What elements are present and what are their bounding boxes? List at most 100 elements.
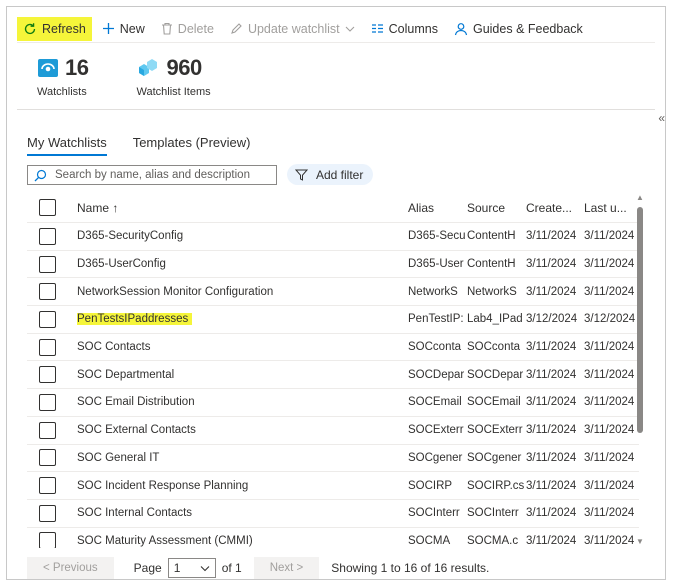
column-header-name[interactable]: Name ↑ [77, 201, 408, 215]
refresh-icon [24, 22, 36, 34]
row-name: SOC Departmental [77, 368, 175, 381]
search-icon [34, 169, 47, 181]
collapse-panel-icon[interactable]: « [658, 111, 665, 125]
row-name: D365-SecurityConfig [77, 230, 184, 243]
row-alias: NetworkS [408, 285, 458, 298]
row-checkbox[interactable] [39, 338, 56, 356]
row-last-updated: 3/11/2024 [584, 534, 635, 547]
row-alias: SOCEmail [408, 396, 462, 409]
watchlist-panel: Refresh New Delete Update watchlist Colu… [6, 6, 666, 580]
row-name-cell: PenTestsIPaddresses [77, 313, 408, 326]
tab-my-watchlists[interactable]: My Watchlists [27, 135, 107, 156]
watchlist-items-label: Watchlist Items [136, 86, 211, 98]
table-row[interactable]: D365-SecurityConfig D365-Secu ContentH 3/11… [27, 223, 639, 251]
column-header-source[interactable]: Source [467, 201, 526, 215]
row-last-updated: 3/11/2024 [584, 230, 635, 243]
column-header-created[interactable]: Create... [526, 201, 584, 215]
row-checkbox[interactable] [39, 283, 56, 301]
trash-icon [161, 22, 172, 35]
watchlist-items-stat: 960 Watchlist Items [136, 53, 210, 98]
row-name: SOC External Contacts [77, 424, 196, 437]
row-source: SOCgener [467, 451, 522, 464]
table-row[interactable]: SOC Departmental SOCDepar SOCDepar 3/11/202… [27, 361, 639, 390]
guides-feedback-button[interactable]: Guides & Feedback [448, 17, 589, 41]
scroll-down-arrow-icon[interactable]: ▼ [636, 537, 644, 546]
row-name: SOC Internal Contacts [77, 507, 193, 520]
row-checkbox[interactable] [39, 421, 56, 439]
row-alias: SOCgener [408, 451, 463, 464]
column-header-alias[interactable]: Alias [408, 201, 467, 215]
table-row[interactable]: SOC Internal Contacts SOCInterr SOCInterr 3… [27, 500, 639, 528]
watchlist-icon [38, 59, 58, 77]
row-checkbox[interactable] [39, 449, 56, 467]
watchlists-count: 16 [65, 55, 89, 80]
refresh-label: Refresh [42, 21, 86, 36]
row-checkbox[interactable] [39, 310, 56, 328]
row-name: SOC Email Distribution [77, 396, 195, 409]
row-name: SOC Incident Response Planning [77, 479, 249, 492]
row-source: SOCconta [467, 341, 521, 354]
row-created: 3/11/2024 [526, 396, 577, 409]
row-created: 3/11/2024 [526, 507, 577, 520]
add-filter-button[interactable]: Add filter [287, 164, 374, 185]
row-checkbox[interactable] [39, 532, 56, 548]
search-input[interactable] [55, 169, 265, 181]
refresh-button[interactable]: Refresh [17, 16, 92, 41]
watchlist-table: Name ↑ Alias Source Create... Last u... … [27, 193, 639, 548]
row-source: SOCMA.c [467, 534, 519, 547]
table-row[interactable]: SOC Email Distribution SOCEmail SOCEmail 3/… [27, 389, 639, 417]
watchlist-items-count: 960 [166, 55, 202, 80]
columns-label: Columns [388, 21, 438, 36]
add-filter-label: Add filter [316, 167, 364, 182]
select-all-checkbox[interactable] [39, 199, 56, 216]
row-checkbox[interactable] [39, 255, 56, 273]
row-alias: D365-Secu [408, 230, 466, 243]
column-header-last-updated[interactable]: Last u... [584, 201, 636, 215]
table-row[interactable]: SOC General IT SOCgener SOCgener 3/11/2024 3… [27, 445, 639, 473]
row-checkbox[interactable] [39, 393, 56, 411]
row-name: NetworkSession Monitor Configuration [77, 285, 274, 298]
new-button[interactable]: New [96, 17, 151, 41]
tab-templates-preview[interactable]: Templates (Preview) [133, 135, 251, 156]
table-row[interactable]: SOC Incident Response Planning SOCIRP SOCI… [27, 472, 639, 500]
row-source: Lab4_IPad [467, 313, 523, 326]
table-row[interactable]: SOC Contacts SOCconta SOCconta 3/11/2024 3/1… [27, 334, 639, 362]
update-watchlist-button[interactable]: Update watchlist [224, 17, 361, 41]
row-last-updated: 3/11/2024 [584, 258, 635, 271]
summary-stats: 16 Watchlists 960 Watchlist Items [37, 53, 211, 98]
scroll-thumb[interactable] [637, 207, 643, 433]
table-header-row: Name ↑ Alias Source Create... Last u... [27, 193, 639, 223]
next-page-button[interactable]: Next > [253, 557, 320, 579]
table-row[interactable]: D365-UserConfig D365-User ContentH 3/11/202… [27, 251, 639, 279]
table-scrollbar[interactable]: ▲ ▼ [635, 193, 645, 548]
row-checkbox[interactable] [39, 504, 56, 522]
page-select[interactable]: 1 [167, 558, 216, 578]
scroll-up-arrow-icon[interactable]: ▲ [636, 193, 644, 202]
page-label: Page [133, 561, 162, 575]
guides-feedback-label: Guides & Feedback [472, 21, 583, 36]
row-checkbox[interactable] [39, 477, 56, 495]
delete-button[interactable]: Delete [155, 17, 220, 41]
search-box[interactable] [27, 165, 277, 185]
row-alias: SOCconta [408, 341, 462, 354]
row-last-updated: 3/11/2024 [584, 451, 635, 464]
table-row[interactable]: SOC External Contacts SOCExterr SOCExterr 3… [27, 417, 639, 445]
chevron-down-icon [200, 565, 210, 571]
row-checkbox[interactable] [39, 366, 56, 384]
previous-page-button[interactable]: < Previous [27, 557, 114, 579]
pagination: < Previous Page 1 of 1 Next > Showing 1 … [27, 557, 489, 579]
row-created: 3/11/2024 [526, 368, 577, 381]
row-alias: SOCMA [408, 534, 451, 547]
row-created: 3/11/2024 [526, 341, 577, 354]
columns-button[interactable]: Columns [365, 17, 444, 41]
row-created: 3/11/2024 [526, 258, 577, 271]
plus-icon [102, 23, 114, 34]
command-bar: Refresh New Delete Update watchlist Colu… [17, 15, 655, 43]
columns-icon [371, 24, 383, 33]
table-row[interactable]: PenTestsIPaddresses PenTestIP: Lab4_IPad 3/… [27, 306, 639, 334]
row-alias: SOCInterr [408, 507, 460, 520]
table-row[interactable]: NetworkSession Monitor Configuration Netw… [27, 278, 639, 307]
row-checkbox[interactable] [39, 227, 56, 245]
table-row[interactable]: SOC Maturity Assessment (CMMI) SOCMA SOCMA… [27, 528, 639, 548]
section-divider [17, 109, 655, 110]
